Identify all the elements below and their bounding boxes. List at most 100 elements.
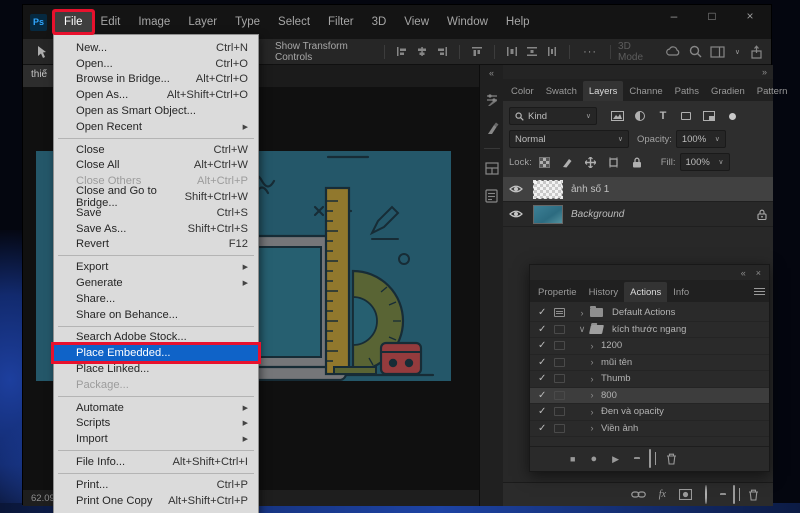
zoom-level[interactable]: 62.09 [31, 493, 55, 504]
filter-toggle-dot[interactable] [722, 108, 742, 124]
menu-image[interactable]: Image [129, 12, 179, 32]
close-button[interactable]: × [739, 9, 761, 23]
visibility-eye-icon[interactable] [509, 209, 523, 219]
check-icon[interactable]: ✓ [538, 423, 554, 434]
panel-collapse-icon[interactable]: « [741, 268, 746, 278]
layer-row-background[interactable]: Background [503, 202, 773, 227]
notes-icon[interactable] [485, 189, 498, 203]
check-icon[interactable]: ✓ [538, 324, 554, 335]
tab-channe[interactable]: Channe [623, 81, 668, 101]
more-options-icon[interactable]: ··· [583, 46, 597, 58]
new-action-icon[interactable] [649, 449, 652, 468]
expand-arrow-icon[interactable]: › [587, 341, 597, 351]
lock-paint-icon[interactable] [558, 154, 578, 170]
action-row-800[interactable]: ✓ › 800 [530, 387, 769, 404]
menu-help[interactable]: Help [497, 12, 539, 32]
tab-history[interactable]: History [583, 282, 625, 302]
menu-item-place-linked[interactable]: Place Linked... [54, 361, 258, 377]
adjustment-layer-icon[interactable] [705, 484, 707, 504]
workspace-caret-icon[interactable]: ∨ [729, 48, 740, 56]
workspace-icon[interactable] [710, 45, 725, 58]
check-icon[interactable]: ✓ [538, 340, 554, 351]
layer-name[interactable]: ảnh số 1 [571, 184, 609, 195]
tab-propertie[interactable]: Propertie [532, 282, 583, 302]
action-row-thumb[interactable]: ✓ › Thumb [530, 371, 769, 388]
delete-layer-icon[interactable] [748, 489, 759, 501]
show-transform-controls-label[interactable]: Show Transform Controls [275, 41, 377, 63]
expand-arrow-icon[interactable]: › [587, 390, 597, 400]
opacity-input[interactable]: 100% ∨ [675, 130, 726, 148]
menu-select[interactable]: Select [269, 12, 319, 32]
menu-item-open-as-smart-object[interactable]: Open as Smart Object... [54, 103, 258, 119]
minimize-button[interactable]: – [663, 9, 685, 23]
visibility-eye-icon[interactable] [509, 184, 523, 194]
menu-file[interactable]: File [55, 12, 92, 32]
play-icon[interactable]: ▶ [612, 454, 619, 465]
dialog-toggle-icon[interactable] [554, 341, 565, 351]
panel-close-icon[interactable]: × [756, 268, 761, 278]
tab-gradien[interactable]: Gradien [705, 81, 751, 101]
menu-item-open-as[interactable]: Open As... Alt+Shift+Ctrl+O [54, 87, 258, 103]
layer-thumbnail-transparent[interactable] [533, 179, 563, 199]
dialog-toggle-icon[interactable] [554, 390, 565, 400]
action-row-vi-n-nh[interactable]: ✓ › Viền ảnh [530, 421, 769, 437]
menu-item-open-recent[interactable]: Open Recent ▶ [54, 119, 258, 135]
expand-arrow-icon[interactable]: › [577, 308, 587, 318]
menu-item-search-adobe-stock[interactable]: Search Adobe Stock... [54, 330, 258, 346]
panel-collapse-icon[interactable]: » [762, 67, 767, 77]
tab-swatch[interactable]: Swatch [540, 81, 583, 101]
action-row-default-actions[interactable]: ✓ › Default Actions [530, 305, 769, 322]
tab-info[interactable]: Info [667, 282, 695, 302]
lock-move-icon[interactable] [581, 154, 601, 170]
tab-menu-icon[interactable] [754, 288, 765, 295]
menu-filter[interactable]: Filter [319, 12, 363, 32]
align-right-icon[interactable] [436, 46, 448, 57]
expand-arrow-icon[interactable]: › [587, 374, 597, 384]
link-layers-icon[interactable] [630, 490, 646, 499]
menu-view[interactable]: View [395, 12, 438, 32]
lock-all-icon[interactable] [627, 154, 647, 170]
menu-item-browse-in-bridge[interactable]: Browse in Bridge... Alt+Ctrl+O [54, 72, 258, 88]
menu-item-print-one-copy[interactable]: Print One Copy Alt+Shift+Ctrl+P [54, 493, 258, 509]
check-icon[interactable]: ✓ [538, 307, 554, 318]
menu-item-print[interactable]: Print... Ctrl+P [54, 477, 258, 493]
menu-item-scripts[interactable]: Scripts ▶ [54, 416, 258, 432]
lock-artboard-icon[interactable] [604, 154, 624, 170]
menu-item-file-info[interactable]: File Info... Alt+Shift+Ctrl+I [54, 454, 258, 470]
maximize-button[interactable]: □ [701, 9, 723, 23]
tab-pattern[interactable]: Pattern [751, 81, 794, 101]
dialog-toggle-icon[interactable] [554, 357, 565, 367]
record-icon[interactable]: ● [590, 453, 597, 465]
align-left-icon[interactable] [396, 46, 408, 57]
expand-arrow-icon[interactable]: ∨ [577, 324, 587, 335]
blend-mode-select[interactable]: Normal ∨ [509, 130, 629, 148]
libraries-icon[interactable] [484, 162, 499, 175]
adjustment-filter-icon[interactable] [630, 108, 650, 124]
menu-item-revert[interactable]: Revert F12 [54, 237, 258, 253]
pixel-filter-icon[interactable] [607, 108, 627, 124]
tab-color[interactable]: Color [505, 81, 540, 101]
menu-item-place-embedded[interactable]: Place Embedded... [54, 345, 258, 362]
dialog-toggle-icon[interactable] [554, 324, 565, 334]
fill-input[interactable]: 100% ∨ [679, 153, 730, 171]
menu-item-import[interactable]: Import ▶ [54, 431, 258, 447]
check-icon[interactable]: ✓ [538, 357, 554, 368]
tab-paths[interactable]: Paths [669, 81, 705, 101]
menu-window[interactable]: Window [438, 12, 497, 32]
action-row-m-i-t-n[interactable]: ✓ › mũi tên [530, 355, 769, 371]
action-row-1200[interactable]: ✓ › 1200 [530, 338, 769, 355]
action-row-k-ch-th-c-ngang[interactable]: ✓ ∨ kích thước ngang [530, 322, 769, 338]
menu-item-share[interactable]: Share... [54, 291, 258, 307]
layer-mask-icon[interactable] [679, 489, 692, 500]
menu-item-close-and-go-to-bridge[interactable]: Close and Go to Bridge... Shift+Ctrl+W [54, 185, 258, 209]
action-row-en-v-opacity[interactable]: ✓ › Đen và opacity [530, 404, 769, 421]
shape-filter-icon[interactable] [676, 108, 696, 124]
menu-edit[interactable]: Edit [92, 12, 130, 32]
expand-arrow-icon[interactable]: › [587, 357, 597, 367]
menu-item-save-as[interactable]: Save As... Shift+Ctrl+S [54, 221, 258, 237]
kind-filter-select[interactable]: Kind ∨ [509, 107, 597, 125]
layer-style-icon[interactable]: fx [659, 489, 666, 500]
dock-collapse-icon[interactable]: « [489, 68, 494, 78]
check-icon[interactable]: ✓ [538, 373, 554, 384]
dialog-toggle-icon[interactable] [554, 407, 565, 417]
